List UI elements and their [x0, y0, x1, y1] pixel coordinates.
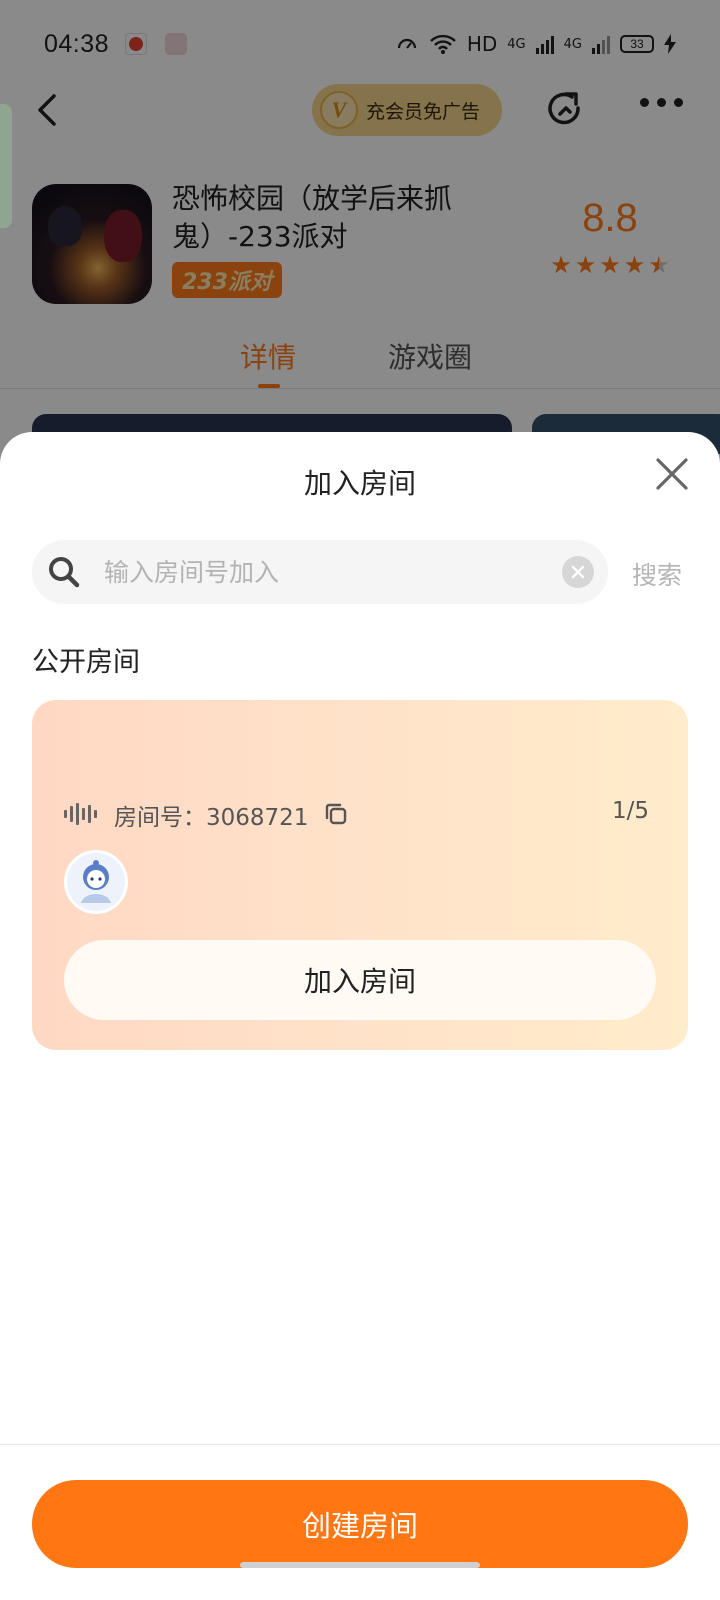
copy-icon[interactable]: [322, 800, 350, 828]
home-indicator[interactable]: [240, 1562, 480, 1568]
room-card: 房间号：3068721 1/5 加入房间: [32, 700, 688, 1050]
sheet-divider: [0, 1444, 720, 1445]
floating-edge-tab[interactable]: [0, 104, 12, 228]
room-member-count: 1/5: [612, 798, 650, 824]
search-button[interactable]: 搜索: [632, 556, 682, 592]
avatar-image: [67, 853, 125, 911]
create-room-button[interactable]: 创建房间: [32, 1480, 688, 1568]
room-number-input[interactable]: [104, 550, 544, 594]
close-button[interactable]: [650, 452, 694, 496]
voice-wave-icon: [64, 802, 98, 826]
public-rooms-heading: 公开房间: [32, 647, 140, 678]
clear-icon: [571, 565, 585, 579]
avatar: [64, 850, 128, 914]
close-icon: [656, 458, 688, 490]
clear-input-button[interactable]: [562, 556, 594, 588]
join-room-sheet: 加入房间 搜索 公开房间 房间号：3068721 1/5: [0, 432, 720, 1600]
search-icon: [49, 557, 80, 588]
join-room-button[interactable]: 加入房间: [64, 940, 656, 1020]
room-search-box: [32, 540, 608, 604]
sheet-title: 加入房间: [303, 467, 416, 500]
room-number: 房间号：3068721: [114, 805, 309, 831]
